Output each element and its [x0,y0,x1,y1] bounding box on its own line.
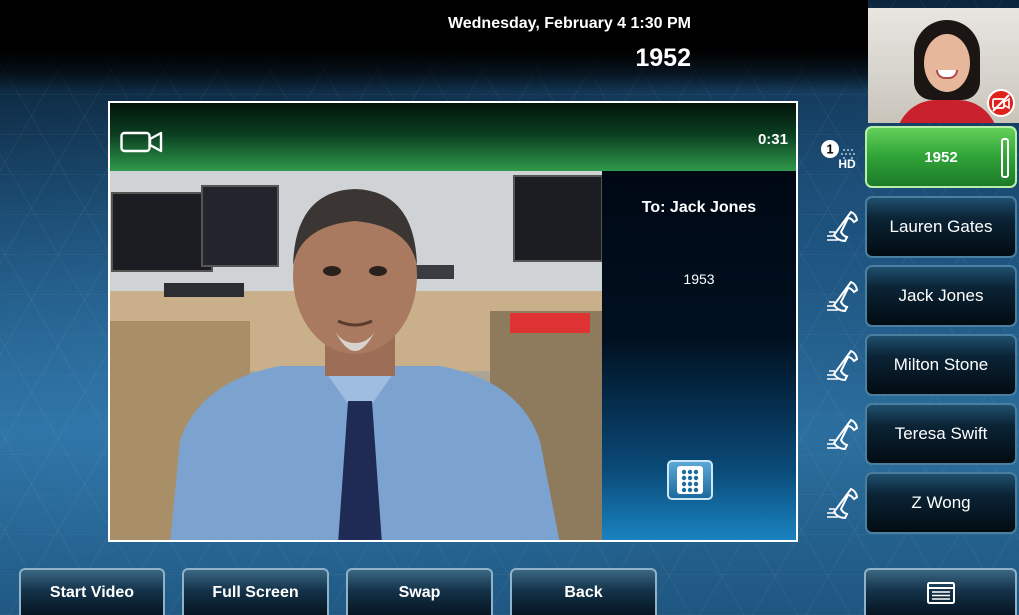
line-key-milton-stone[interactable]: Milton Stone [865,334,1017,396]
handset-icon [827,210,859,243]
line-key-jack-jones[interactable]: Jack Jones [865,265,1017,327]
handset-icon [827,487,859,520]
call-count-badge: 1 HD [820,138,860,172]
status-bar: Wednesday, February 4 1:30 PM 1952 [0,0,868,92]
line-key-label: Z Wong [911,493,971,512]
dialpad-button[interactable] [667,460,713,500]
line-key-label: 1952 [924,148,958,166]
back-button[interactable]: Back [510,568,657,615]
menu-list-icon [926,581,955,604]
softkey-label: Full Screen [212,583,299,601]
video-muted-icon [987,89,1015,117]
call-to-label: To: Jack Jones [641,199,757,216]
start-video-button[interactable]: Start Video [19,568,165,615]
video-camera-icon [120,130,164,159]
hd-icon: HD [838,157,856,171]
self-view-video[interactable] [868,8,1019,123]
call-to-number: 1953 [683,271,715,287]
softkey-label: Swap [398,583,441,601]
phone-screen: Wednesday, February 4 1:30 PM 1952 0:31 [0,0,1019,615]
own-line-number: 1952 [635,44,691,72]
softkey-label: Start Video [49,583,135,601]
remote-participant-image [110,171,602,540]
remote-video-feed [110,171,602,540]
line-key-label: Lauren Gates [889,217,993,236]
call-info-panel: To: Jack Jones 1953 [602,171,796,540]
handset-icon [827,280,859,313]
swap-button[interactable]: Swap [346,568,493,615]
softkey-label: Back [564,583,603,601]
line-key-teresa-swift[interactable]: Teresa Swift [865,403,1017,465]
call-header: 0:31 [110,103,796,171]
line-key-label: Jack Jones [898,286,984,305]
line-key-1952[interactable]: 1952 [865,126,1017,188]
date-time: Wednesday, February 4 1:30 PM [447,15,691,32]
line-key-z-wong[interactable]: Z Wong [865,472,1017,534]
handset-icon [827,418,859,451]
line-key-label: Milton Stone [893,355,989,374]
handset-icon [827,349,859,382]
line-key-label: Teresa Swift [894,424,988,443]
dialpad-icon [677,466,703,494]
active-call-window[interactable]: 0:31 To: Jack Jones 1953 [108,101,798,542]
line-active-indicator [1001,138,1009,178]
line-key-lauren-gates[interactable]: Lauren Gates [865,196,1017,258]
menu-button[interactable] [864,568,1017,615]
call-count: 1 [826,142,833,157]
full-screen-button[interactable]: Full Screen [182,568,329,615]
call-timer: 0:31 [757,131,788,148]
